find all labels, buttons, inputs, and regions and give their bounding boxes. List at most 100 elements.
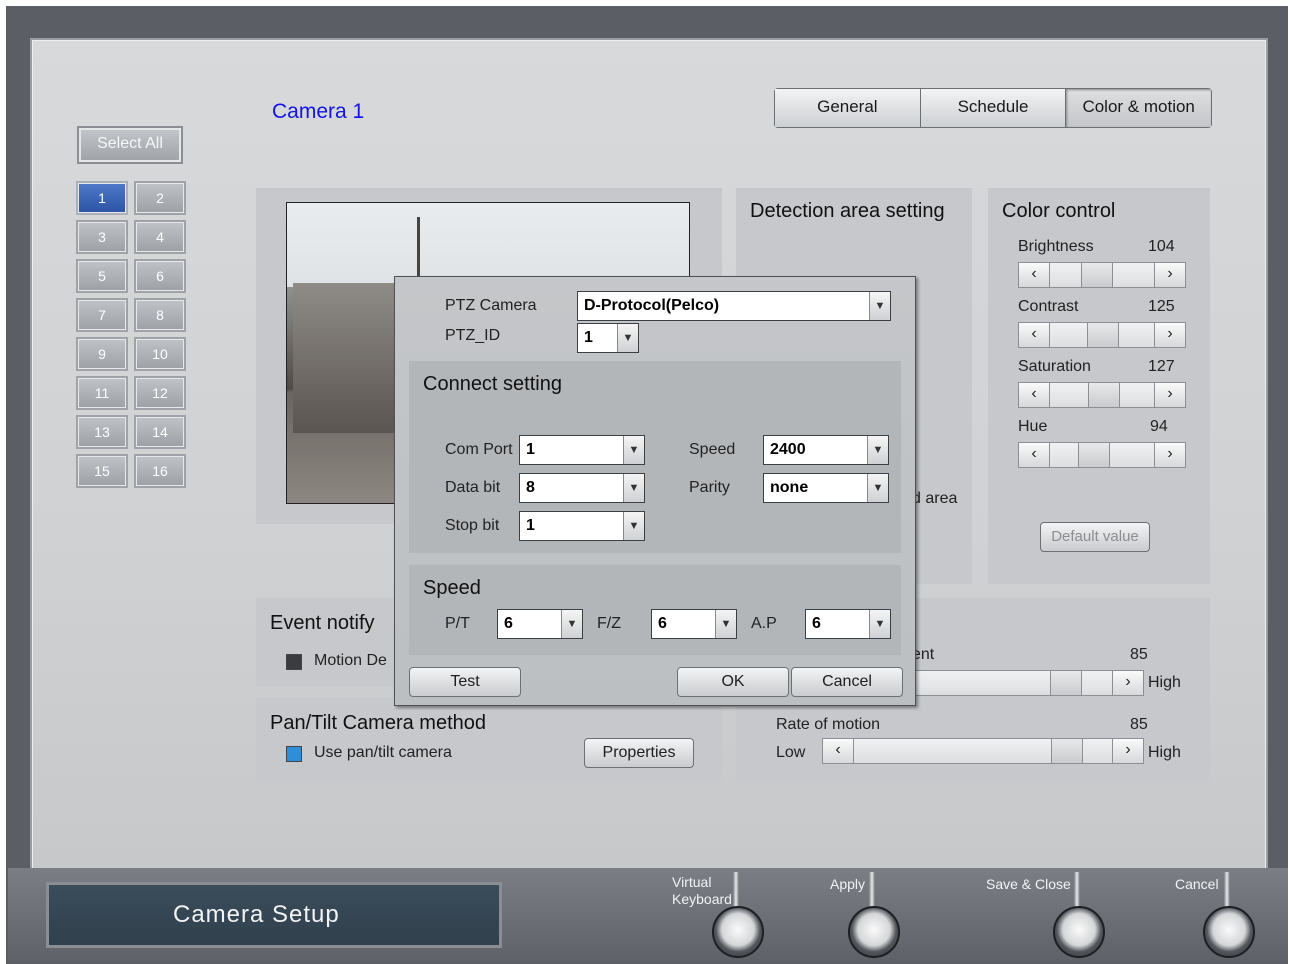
parity-select[interactable]: none ▼ xyxy=(763,473,889,503)
chevron-down-icon[interactable]: ▼ xyxy=(561,610,582,638)
select-all-button[interactable]: Select All xyxy=(77,126,183,164)
rate-low-label: Low xyxy=(776,744,806,761)
ptz-id-select[interactable]: 1 ▼ xyxy=(577,323,639,353)
ptz-id-value: 1 xyxy=(584,329,593,346)
stop-bit-value: 1 xyxy=(526,517,535,534)
chevron-down-icon[interactable]: ▼ xyxy=(623,436,644,464)
ptz-dialog: PTZ Camera D-Protocol(Pelco) ▼ PTZ_ID 1 … xyxy=(394,276,916,706)
motion-detect-checkbox[interactable] xyxy=(286,654,302,670)
saturation-label: Saturation xyxy=(1018,358,1091,375)
camera-button-9[interactable]: 9 xyxy=(76,337,128,371)
chevron-left-icon[interactable]: ‹ xyxy=(1019,443,1050,467)
saturation-slider[interactable]: ‹ › xyxy=(1018,382,1186,408)
chevron-left-icon[interactable]: ‹ xyxy=(1019,263,1050,287)
ap-value: 6 xyxy=(812,615,821,632)
camera-button-6[interactable]: 6 xyxy=(134,259,186,293)
brightness-slider[interactable]: ‹ › xyxy=(1018,262,1186,288)
chevron-left-icon[interactable]: ‹ xyxy=(1019,383,1050,407)
rate-of-motion-slider[interactable]: ‹ › xyxy=(822,738,1144,764)
chevron-left-icon[interactable]: ‹ xyxy=(1019,323,1050,347)
fz-value: 6 xyxy=(658,615,667,632)
speed-select[interactable]: 2400 ▼ xyxy=(763,435,889,465)
ap-select[interactable]: 6 ▼ xyxy=(805,609,891,639)
cancel-button[interactable] xyxy=(1203,906,1255,958)
camera-button-3[interactable]: 3 xyxy=(76,220,128,254)
dialog-cancel-button[interactable]: Cancel xyxy=(791,667,903,697)
ptz-camera-select[interactable]: D-Protocol(Pelco) ▼ xyxy=(577,291,891,321)
sensitivity-slider[interactable]: › xyxy=(912,670,1144,696)
camera-button-5[interactable]: 5 xyxy=(76,259,128,293)
chevron-right-icon[interactable]: › xyxy=(1112,671,1143,695)
chevron-down-icon[interactable]: ▼ xyxy=(617,324,638,352)
camera-button-10[interactable]: 10 xyxy=(134,337,186,371)
connect-setting-title: Connect setting xyxy=(423,373,562,395)
virtual-keyboard-button[interactable] xyxy=(712,906,764,958)
camera-button-11[interactable]: 11 xyxy=(76,376,128,410)
pt-label: P/T xyxy=(445,615,470,632)
rate-slider-thumb[interactable] xyxy=(1051,739,1083,763)
chevron-down-icon[interactable]: ▼ xyxy=(623,474,644,502)
chevron-down-icon[interactable]: ▼ xyxy=(869,292,890,320)
ap-label: A.P xyxy=(751,615,777,632)
rate-high-label: High xyxy=(1148,744,1181,761)
chevron-down-icon[interactable]: ▼ xyxy=(867,436,888,464)
rate-of-motion-label: Rate of motion xyxy=(776,716,881,733)
stop-bit-select[interactable]: 1 ▼ xyxy=(519,511,645,541)
speed-section-title: Speed xyxy=(423,577,481,599)
default-value-button[interactable]: Default value xyxy=(1040,522,1150,552)
use-pantilt-checkbox[interactable] xyxy=(286,746,302,762)
chevron-right-icon[interactable]: › xyxy=(1154,323,1185,347)
fz-label: F/Z xyxy=(597,615,621,632)
camera-button-1[interactable]: 1 xyxy=(76,181,128,215)
use-pantilt-label: Use pan/tilt camera xyxy=(314,744,452,761)
fz-select[interactable]: 6 ▼ xyxy=(651,609,737,639)
camera-button-4[interactable]: 4 xyxy=(134,220,186,254)
chevron-left-icon[interactable]: ‹ xyxy=(823,739,854,763)
chevron-right-icon[interactable]: › xyxy=(1154,443,1185,467)
com-port-value: 1 xyxy=(526,441,535,458)
test-button[interactable]: Test xyxy=(409,667,521,697)
tab-general[interactable]: General xyxy=(775,89,921,127)
brightness-slider-thumb[interactable] xyxy=(1080,263,1113,287)
camera-button-16[interactable]: 16 xyxy=(134,454,186,488)
camera-button-2[interactable]: 2 xyxy=(134,181,186,215)
com-port-select[interactable]: 1 ▼ xyxy=(519,435,645,465)
contrast-slider[interactable]: ‹ › xyxy=(1018,322,1186,348)
saturation-slider-thumb[interactable] xyxy=(1088,383,1120,407)
hue-slider[interactable]: ‹ › xyxy=(1018,442,1186,468)
apply-button[interactable] xyxy=(848,906,900,958)
camera-button-13[interactable]: 13 xyxy=(76,415,128,449)
chevron-right-icon[interactable]: › xyxy=(1154,263,1185,287)
tab-schedule[interactable]: Schedule xyxy=(920,89,1067,127)
data-bit-select[interactable]: 8 ▼ xyxy=(519,473,645,503)
save-close-button[interactable] xyxy=(1053,906,1105,958)
pt-select[interactable]: 6 ▼ xyxy=(497,609,583,639)
chevron-down-icon[interactable]: ▼ xyxy=(867,474,888,502)
ptz-camera-label: PTZ Camera xyxy=(445,297,537,314)
hue-label: Hue xyxy=(1018,418,1048,435)
chevron-down-icon[interactable]: ▼ xyxy=(869,610,890,638)
camera-button-14[interactable]: 14 xyxy=(134,415,186,449)
saturation-value: 127 xyxy=(1148,358,1175,375)
camera-button-7[interactable]: 7 xyxy=(76,298,128,332)
sensitivity-slider-thumb[interactable] xyxy=(1050,671,1082,695)
color-control-title: Color control xyxy=(1002,200,1116,222)
camera-button-8[interactable]: 8 xyxy=(134,298,186,332)
properties-button[interactable]: Properties xyxy=(584,738,694,768)
camera-button-15[interactable]: 15 xyxy=(76,454,128,488)
camera-button-12[interactable]: 12 xyxy=(134,376,186,410)
chevron-down-icon[interactable]: ▼ xyxy=(623,512,644,540)
main-panel: Camera 1 Select All 1 2 3 4 5 6 7 8 9 10 11 12 13 14 1… xyxy=(30,38,1268,874)
tab-color-motion[interactable]: Color & motion xyxy=(1066,89,1212,127)
contrast-slider-thumb[interactable] xyxy=(1087,323,1120,347)
color-control-section: Color control Brightness 104 ‹ › Contras… xyxy=(988,188,1210,584)
hue-slider-thumb[interactable] xyxy=(1077,443,1110,467)
parity-value: none xyxy=(770,479,809,496)
ok-button[interactable]: OK xyxy=(677,667,789,697)
chevron-down-icon[interactable]: ▼ xyxy=(715,610,736,638)
hue-value: 94 xyxy=(1150,418,1168,435)
chevron-right-icon[interactable]: › xyxy=(1112,739,1143,763)
chevron-right-icon[interactable]: › xyxy=(1154,383,1185,407)
event-notify-title: Event notify xyxy=(270,612,375,634)
com-port-label: Com Port xyxy=(445,441,513,458)
